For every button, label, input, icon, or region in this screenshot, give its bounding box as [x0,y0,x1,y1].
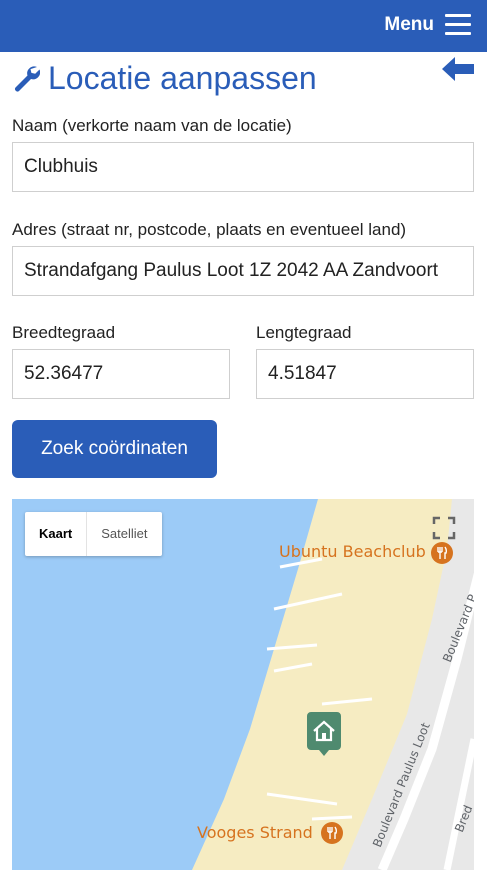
hamburger-menu-icon[interactable] [445,14,471,36]
map-type-control: Kaart Satelliet [25,512,162,556]
address-input[interactable]: Strandafgang Paulus Loot 1Z 2042 AA Zand… [12,246,474,296]
longitude-field-label: Lengtegraad [256,323,352,342]
restaurant-icon[interactable] [430,541,454,565]
fullscreen-icon[interactable] [432,516,456,540]
top-navigation-bar: Menu [0,0,487,52]
longitude-input[interactable]: 4.51847 [256,349,474,399]
page-title: Locatie aanpassen [48,59,317,96]
restaurant-icon[interactable] [320,821,344,845]
map-type-map-button[interactable]: Kaart [25,512,88,556]
latitude-input[interactable]: 52.36477 [12,349,230,399]
latitude-field-label: Breedtegraad [12,323,116,342]
name-input[interactable]: Clubhuis [12,142,474,192]
name-field-label: Naam (verkorte naam van de locatie) [12,116,292,135]
map-type-satellite-button[interactable]: Satelliet [87,512,161,556]
search-coordinates-button[interactable]: Zoek coördinaten [12,420,217,478]
back-arrow-icon[interactable] [442,56,474,82]
menu-label[interactable]: Menu [384,14,434,36]
poi-label-vooges-strand[interactable]: Vooges Strand [197,823,313,842]
location-marker-icon[interactable] [307,712,341,756]
map-view[interactable]: Kaart Satelliet Ubuntu Beachclub Vooges … [12,499,474,870]
page-title-row: Locatie aanpassen [12,58,317,98]
poi-label-ubuntu-beachclub[interactable]: Ubuntu Beachclub [279,542,426,561]
address-field-label: Adres (straat nr, postcode, plaats en ev… [12,220,407,239]
wrench-icon [15,66,40,92]
